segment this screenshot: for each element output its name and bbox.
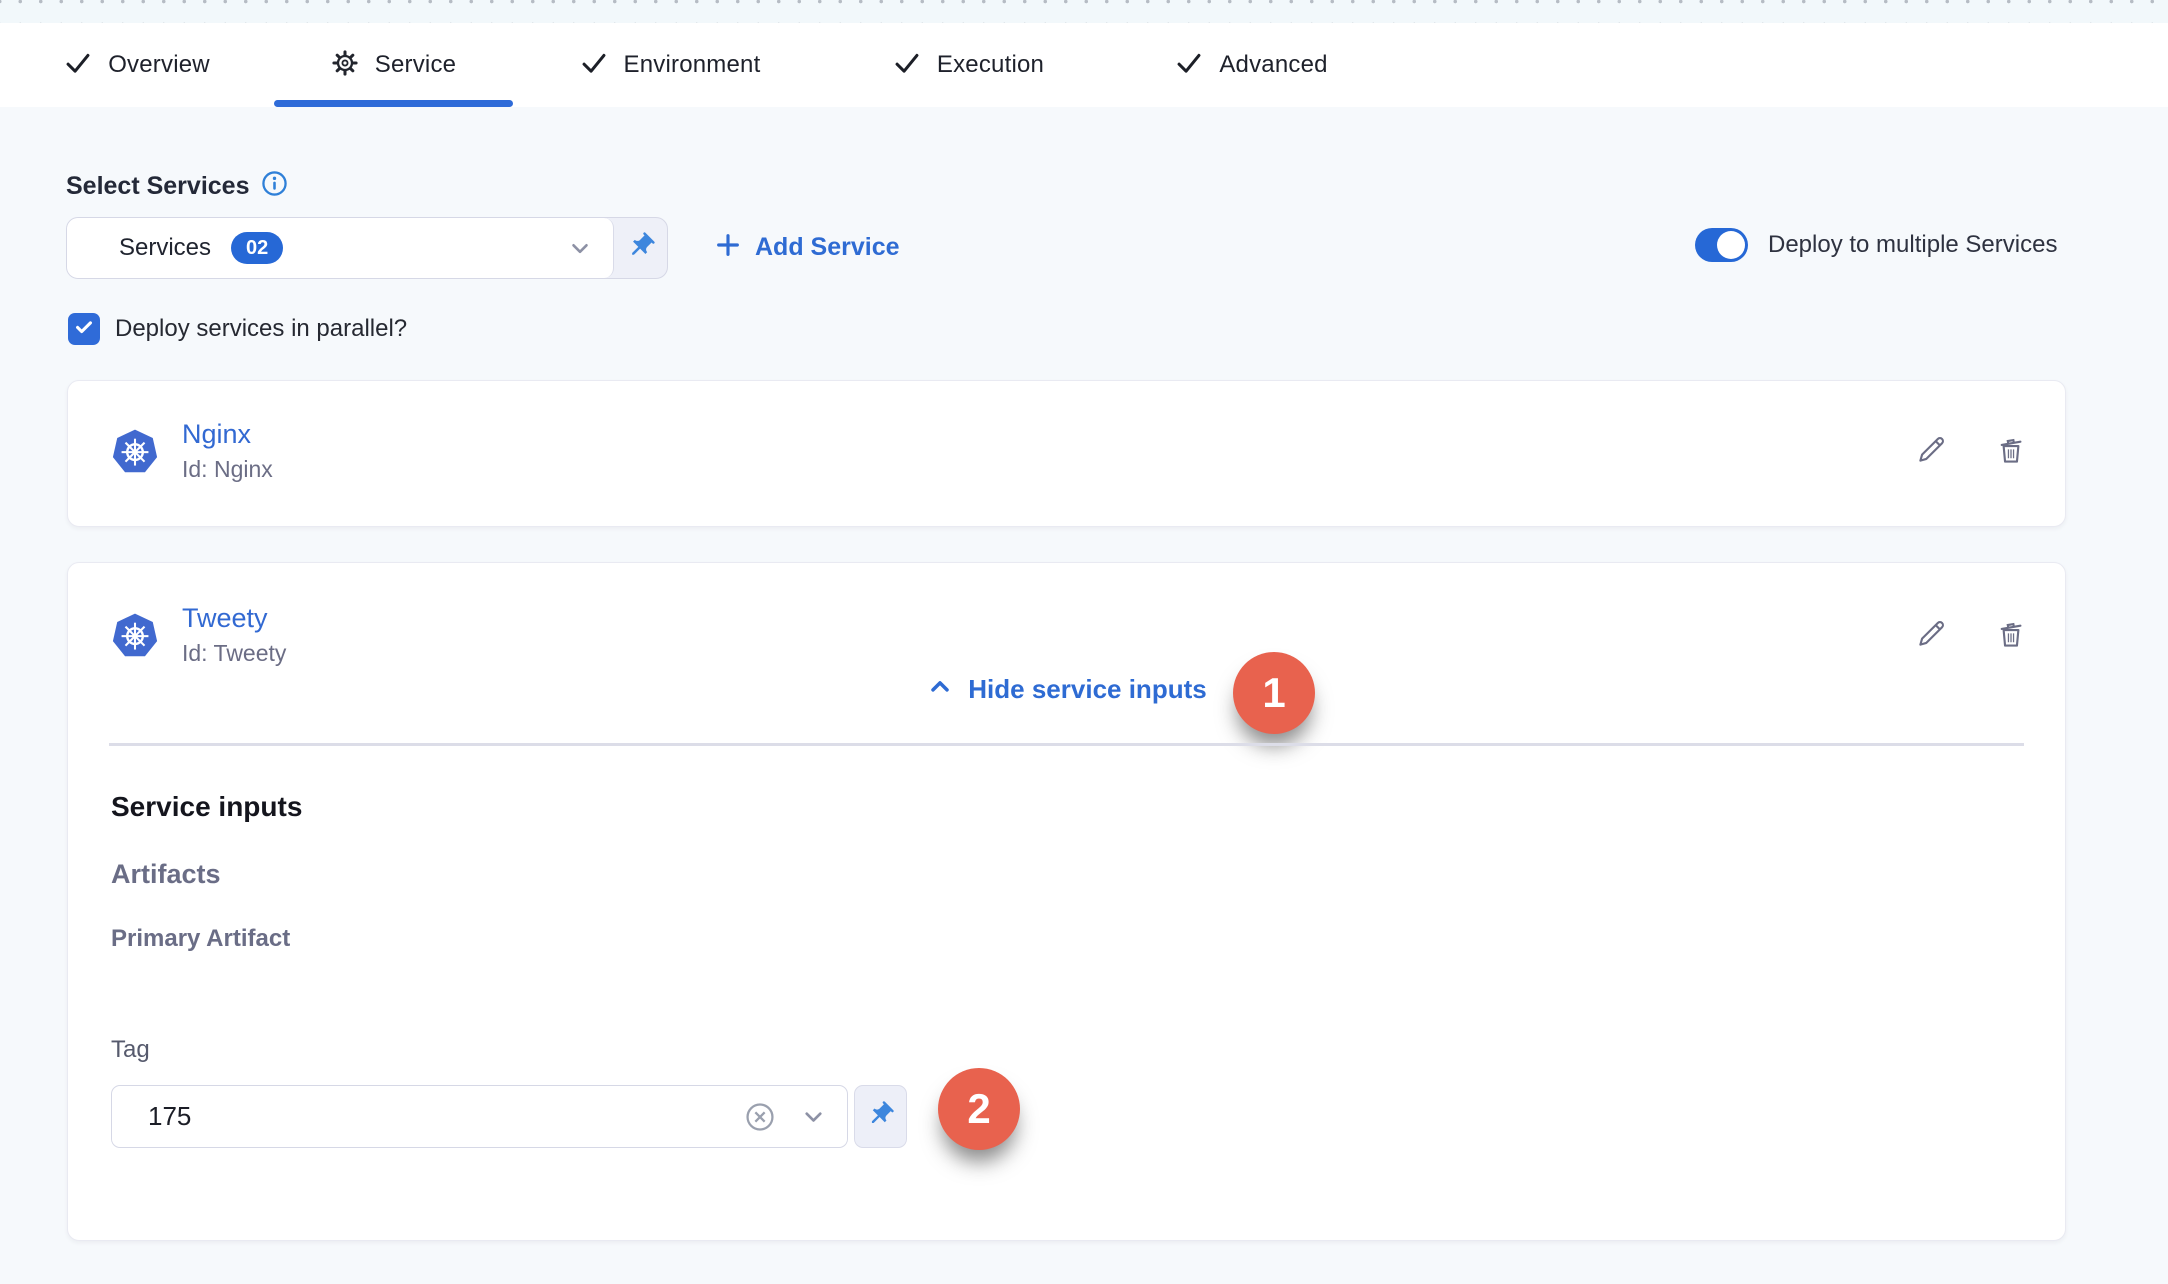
tab-environment[interactable]: Environment bbox=[513, 23, 827, 107]
checkmark-icon bbox=[73, 316, 95, 343]
deploy-parallel-checkbox[interactable] bbox=[68, 313, 100, 345]
hide-service-inputs-label: Hide service inputs bbox=[968, 674, 1206, 705]
pin-icon bbox=[866, 1100, 895, 1134]
kubernetes-icon bbox=[109, 611, 161, 663]
services-multiselect: Services 02 bbox=[66, 217, 668, 279]
tab-service[interactable]: Service bbox=[274, 23, 513, 107]
services-dropdown-value: Services bbox=[119, 234, 211, 262]
service-name-block: Nginx Id: Nginx bbox=[182, 419, 273, 483]
edit-pencil-icon[interactable] bbox=[1914, 617, 1948, 651]
tab-advanced[interactable]: Advanced bbox=[1110, 23, 1393, 107]
plus-icon bbox=[714, 231, 742, 264]
pipeline-stage-config-page: Overview Service bbox=[0, 0, 2168, 1284]
service-card-tweety: Tweety Id: Tweety Hide service inputs 1 bbox=[67, 562, 2066, 1241]
tag-input[interactable] bbox=[122, 1100, 742, 1133]
services-count-badge: 02 bbox=[231, 232, 283, 264]
stage-tabbar: Overview Service bbox=[0, 23, 2168, 107]
select-services-label: Select Services bbox=[66, 172, 249, 201]
deploy-parallel-label: Deploy services in parallel? bbox=[115, 315, 407, 343]
tag-field-label: Tag bbox=[111, 1036, 150, 1064]
edit-pencil-icon[interactable] bbox=[1914, 433, 1948, 467]
primary-artifact-heading: Primary Artifact bbox=[111, 925, 290, 953]
deploy-multiple-toggle-label: Deploy to multiple Services bbox=[1768, 231, 2057, 259]
service-card-nginx: Nginx Id: Nginx bbox=[67, 380, 2066, 527]
hide-service-inputs-link[interactable]: Hide service inputs bbox=[68, 673, 2065, 706]
tag-input-icons bbox=[742, 1099, 827, 1135]
clear-circle-icon[interactable] bbox=[742, 1099, 778, 1135]
chevron-down-icon bbox=[567, 235, 593, 261]
service-name-link[interactable]: Nginx bbox=[182, 419, 273, 450]
info-icon[interactable] bbox=[261, 170, 288, 202]
tab-execution[interactable]: Execution bbox=[827, 23, 1110, 107]
pipeline-canvas-dotted-strip bbox=[0, 0, 2168, 23]
tag-field-row bbox=[111, 1085, 907, 1148]
services-dropdown[interactable]: Services 02 bbox=[67, 218, 614, 278]
service-id-text: Id: Nginx bbox=[182, 456, 273, 483]
pin-icon bbox=[626, 231, 656, 266]
kubernetes-icon bbox=[109, 427, 161, 479]
parallel-checkbox-row: Deploy services in parallel? bbox=[68, 313, 407, 345]
check-icon bbox=[893, 49, 921, 82]
delete-trash-icon[interactable] bbox=[1994, 617, 2028, 651]
card-divider bbox=[109, 743, 2024, 746]
check-icon bbox=[1175, 49, 1203, 82]
tab-service-label: Service bbox=[375, 51, 456, 79]
artifacts-heading: Artifacts bbox=[111, 859, 221, 890]
service-card-actions bbox=[1914, 617, 2028, 651]
tab-advanced-label: Advanced bbox=[1219, 51, 1327, 79]
service-id-text: Id: Tweety bbox=[182, 640, 286, 667]
active-tab-underline bbox=[274, 100, 513, 107]
add-service-button[interactable]: Add Service bbox=[714, 226, 900, 268]
deploy-multiple-toggle[interactable] bbox=[1695, 228, 1748, 262]
annotation-step-2-badge: 2 bbox=[938, 1068, 1020, 1150]
delete-trash-icon[interactable] bbox=[1994, 433, 2028, 467]
annotation-step-1-badge: 1 bbox=[1233, 652, 1315, 734]
chevron-up-icon bbox=[926, 673, 954, 706]
service-name-block: Tweety Id: Tweety bbox=[182, 603, 286, 667]
service-inputs-heading: Service inputs bbox=[111, 791, 302, 823]
select-services-label-row: Select Services bbox=[66, 170, 288, 202]
tag-input-wrap bbox=[111, 1085, 848, 1148]
chevron-down-icon[interactable] bbox=[800, 1103, 827, 1130]
gear-icon bbox=[331, 49, 359, 82]
services-pin-button[interactable] bbox=[614, 218, 667, 278]
deploy-multiple-toggle-row: Deploy to multiple Services bbox=[1695, 228, 2057, 262]
tag-pin-button[interactable] bbox=[854, 1085, 907, 1148]
service-card-actions bbox=[1914, 433, 2028, 467]
tab-overview[interactable]: Overview bbox=[0, 23, 274, 107]
tab-overview-label: Overview bbox=[108, 51, 210, 79]
check-icon bbox=[64, 49, 92, 82]
add-service-label: Add Service bbox=[755, 233, 900, 262]
tab-execution-label: Execution bbox=[937, 51, 1044, 79]
toggle-knob bbox=[1717, 231, 1745, 259]
service-name-link[interactable]: Tweety bbox=[182, 603, 286, 634]
check-icon bbox=[580, 49, 608, 82]
tab-environment-label: Environment bbox=[624, 51, 761, 79]
